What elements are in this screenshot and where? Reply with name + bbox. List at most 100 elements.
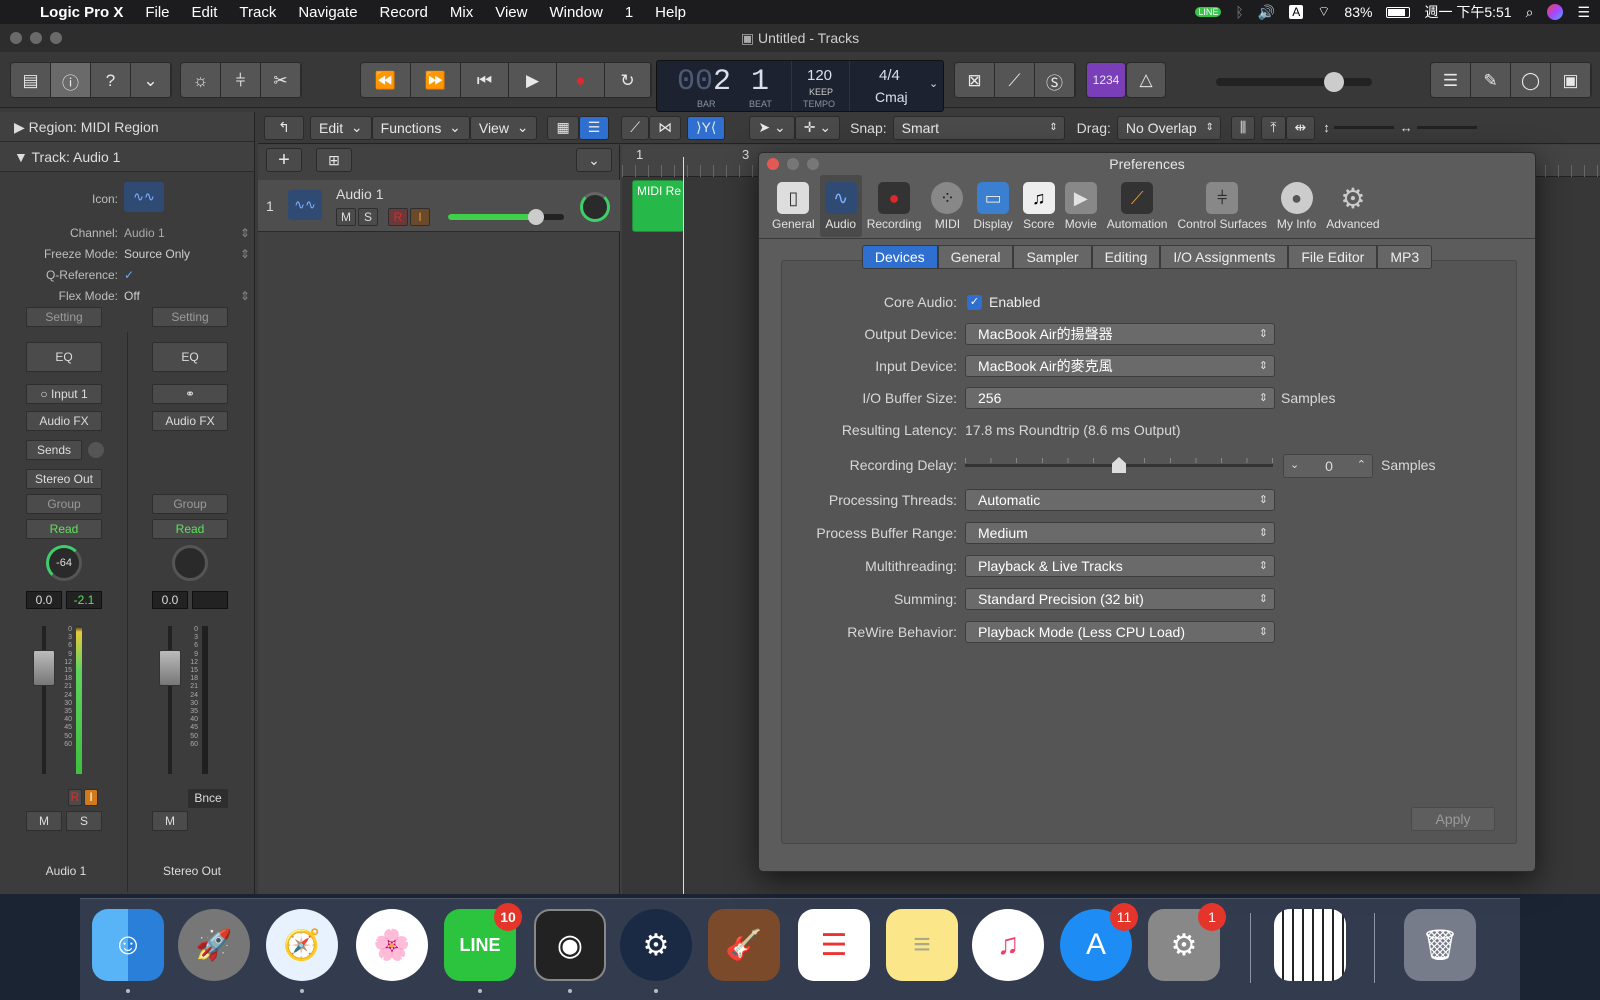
output-device-select[interactable]: MacBook Air的揚聲器 ⇕ xyxy=(965,323,1275,345)
subtab-devices[interactable]: Devices xyxy=(861,245,938,269)
mute-button[interactable]: M xyxy=(26,811,62,831)
menu-mix[interactable]: Mix xyxy=(450,4,473,21)
fit-vertical-icon[interactable]: ⤒ xyxy=(1261,115,1286,140)
edit-menu[interactable]: Edit ⌄ xyxy=(310,115,372,140)
reminders-icon[interactable]: ☰ xyxy=(798,909,870,981)
midi-region[interactable]: MIDI Re xyxy=(632,180,684,232)
core-audio-checkbox[interactable]: ✓ xyxy=(967,295,982,310)
menu-help[interactable]: Help xyxy=(655,4,686,21)
menu-view[interactable]: View xyxy=(495,4,527,21)
list-editors-icon[interactable]: ☰ xyxy=(1431,63,1471,97)
track-row[interactable]: 1 ∿∿ Audio 1 M S R I xyxy=(258,180,620,232)
prefs-tab-recording[interactable]: ● Recording xyxy=(862,175,927,237)
menu-navigate[interactable]: Navigate xyxy=(298,4,357,21)
strip-name[interactable]: Audio 1 xyxy=(4,864,128,878)
volume-value[interactable]: 0.0 xyxy=(26,591,62,609)
lcd-tempo[interactable]: 120 xyxy=(807,67,832,84)
volume-icon[interactable]: 🔊 xyxy=(1258,4,1275,21)
menu-1[interactable]: 1 xyxy=(625,4,633,21)
menu-record[interactable]: Record xyxy=(380,4,428,21)
subtab-file-editor[interactable]: File Editor xyxy=(1288,245,1378,269)
recording-delay-slider[interactable] xyxy=(965,457,1273,473)
track-pan-knob[interactable] xyxy=(580,192,610,222)
waveform-zoom-icon[interactable]: ⫼ xyxy=(1230,115,1256,140)
app-store-icon[interactable]: A 11 xyxy=(1060,903,1138,981)
peak-value[interactable]: -2.1 xyxy=(66,591,102,609)
count-in-button[interactable]: 1234 xyxy=(1086,62,1126,98)
notepad-icon[interactable]: ✎ xyxy=(1471,63,1511,97)
back-arrow-icon[interactable]: ↰ xyxy=(264,115,304,140)
fast-forward-icon[interactable]: ⏩ xyxy=(411,63,461,97)
cycle-icon[interactable]: ↻ xyxy=(605,63,651,97)
volume-fader-track[interactable] xyxy=(168,626,172,774)
snap-select[interactable]: Smart ⇕ xyxy=(892,115,1065,140)
duplicate-track-icon[interactable]: ⊞ xyxy=(316,148,352,172)
grid-view-icon[interactable]: ▦ xyxy=(547,115,579,140)
group-button[interactable]: Group xyxy=(152,494,228,514)
playhead[interactable] xyxy=(683,157,684,894)
flex-mode-value[interactable]: Off xyxy=(124,289,140,303)
smart-controls-icon[interactable]: ☼ xyxy=(181,63,221,97)
bluetooth-icon[interactable]: ᛒ xyxy=(1235,4,1243,20)
pointer-tool-icon[interactable]: ➤ ⌄ xyxy=(749,115,795,140)
mixer-icon[interactable]: ⫩ xyxy=(221,63,261,97)
browsers-icon[interactable]: ▣ xyxy=(1551,63,1591,97)
region-inspector-header[interactable]: ▶ Region: MIDI Region xyxy=(0,112,254,142)
functions-menu[interactable]: Functions ⌄ xyxy=(371,115,470,140)
siri-icon[interactable] xyxy=(1547,4,1564,20)
recording-delay-stepper[interactable]: ⌄ 0 ⌃ xyxy=(1283,454,1373,478)
automation-icon[interactable]: ⟋ xyxy=(621,115,650,140)
strip-name[interactable]: Stereo Out xyxy=(130,864,254,878)
line-status-icon[interactable]: LINE xyxy=(1195,7,1222,17)
freeze-mode-value[interactable]: Source Only xyxy=(124,247,190,261)
input-device-select[interactable]: MacBook Air的麥克風 ⇕ xyxy=(965,355,1275,377)
menu-app-name[interactable]: Logic Pro X xyxy=(40,4,123,21)
master-volume-knob[interactable] xyxy=(1324,72,1344,92)
output-button[interactable]: Stereo Out xyxy=(26,469,102,489)
clock[interactable]: 週一 下午5:51 xyxy=(1424,2,1511,22)
track-inspector-header[interactable]: ▼ Track: Audio 1 xyxy=(0,142,254,172)
input-button[interactable]: ○ Input 1 xyxy=(26,384,102,404)
buffer-range-select[interactable]: Medium ⇕ xyxy=(965,522,1275,544)
send-knob[interactable] xyxy=(88,442,104,458)
track-waveform-icon[interactable]: ∿∿ xyxy=(124,182,164,212)
audio-fx-button[interactable]: Audio FX xyxy=(26,411,102,431)
library-icon[interactable]: ▤ xyxy=(11,63,51,97)
peak-value[interactable] xyxy=(192,591,228,609)
drag-select[interactable]: No Overlap ⇕ xyxy=(1116,115,1221,140)
editors-icon[interactable]: ✂ xyxy=(261,63,301,97)
inspector-icon[interactable]: ⓘ xyxy=(51,63,91,97)
global-tracks-icon[interactable]: ⌄ xyxy=(576,148,612,172)
setting-button[interactable]: Setting xyxy=(26,307,102,327)
sends-button[interactable]: Sends xyxy=(26,440,82,460)
wifi-icon[interactable]: ⌔ xyxy=(1317,3,1330,21)
line-icon[interactable]: LINE 10 xyxy=(444,903,522,981)
music-icon[interactable]: ♫ xyxy=(972,909,1044,981)
prefs-tab-general[interactable]: ▯ General xyxy=(767,175,820,237)
fit-horizontal-icon[interactable]: ⇹ xyxy=(1285,115,1316,140)
volume-fader[interactable] xyxy=(33,650,55,686)
track-mute-button[interactable]: M xyxy=(336,208,356,226)
trash-icon[interactable]: 🗑 xyxy=(1404,909,1476,981)
lcd-menu-chevron-icon[interactable]: ⌄ xyxy=(929,77,938,90)
multithreading-select[interactable]: Playback & Live Tracks ⇕ xyxy=(965,555,1275,577)
input-source-icon[interactable]: A xyxy=(1289,5,1304,19)
safari-icon[interactable]: 🧭 xyxy=(266,909,338,981)
stereo-link-icon[interactable]: ⚭ xyxy=(152,384,228,404)
track-waveform-icon[interactable]: ∿∿ xyxy=(288,190,322,220)
prefs-tab-automation[interactable]: ⟋ Automation xyxy=(1102,175,1173,237)
lcd-signature[interactable]: 4/4 xyxy=(879,67,900,84)
q-reference-checkbox[interactable]: ✓ xyxy=(124,268,134,282)
lcd-display[interactable]: 00 2 1 BAR BEAT 120 KEEP TEMPO 4/4 Cmaj … xyxy=(656,60,944,112)
volume-fader[interactable] xyxy=(159,650,181,686)
logic-pro-icon[interactable]: ◉ xyxy=(534,909,606,981)
prefs-tab-score[interactable]: ♫ Score xyxy=(1018,175,1060,237)
subtab-mp3[interactable]: MP3 xyxy=(1377,245,1433,269)
lcd-key[interactable]: Cmaj xyxy=(875,89,908,105)
menu-window[interactable]: Window xyxy=(549,4,602,21)
catch-icon[interactable]: ⟩Y⟨ xyxy=(687,115,726,140)
list-view-icon[interactable]: ☰ xyxy=(578,115,610,140)
processing-threads-select[interactable]: Automatic ⇕ xyxy=(965,489,1275,511)
setting-button[interactable]: Setting xyxy=(152,307,228,327)
pan-knob[interactable] xyxy=(172,545,208,581)
